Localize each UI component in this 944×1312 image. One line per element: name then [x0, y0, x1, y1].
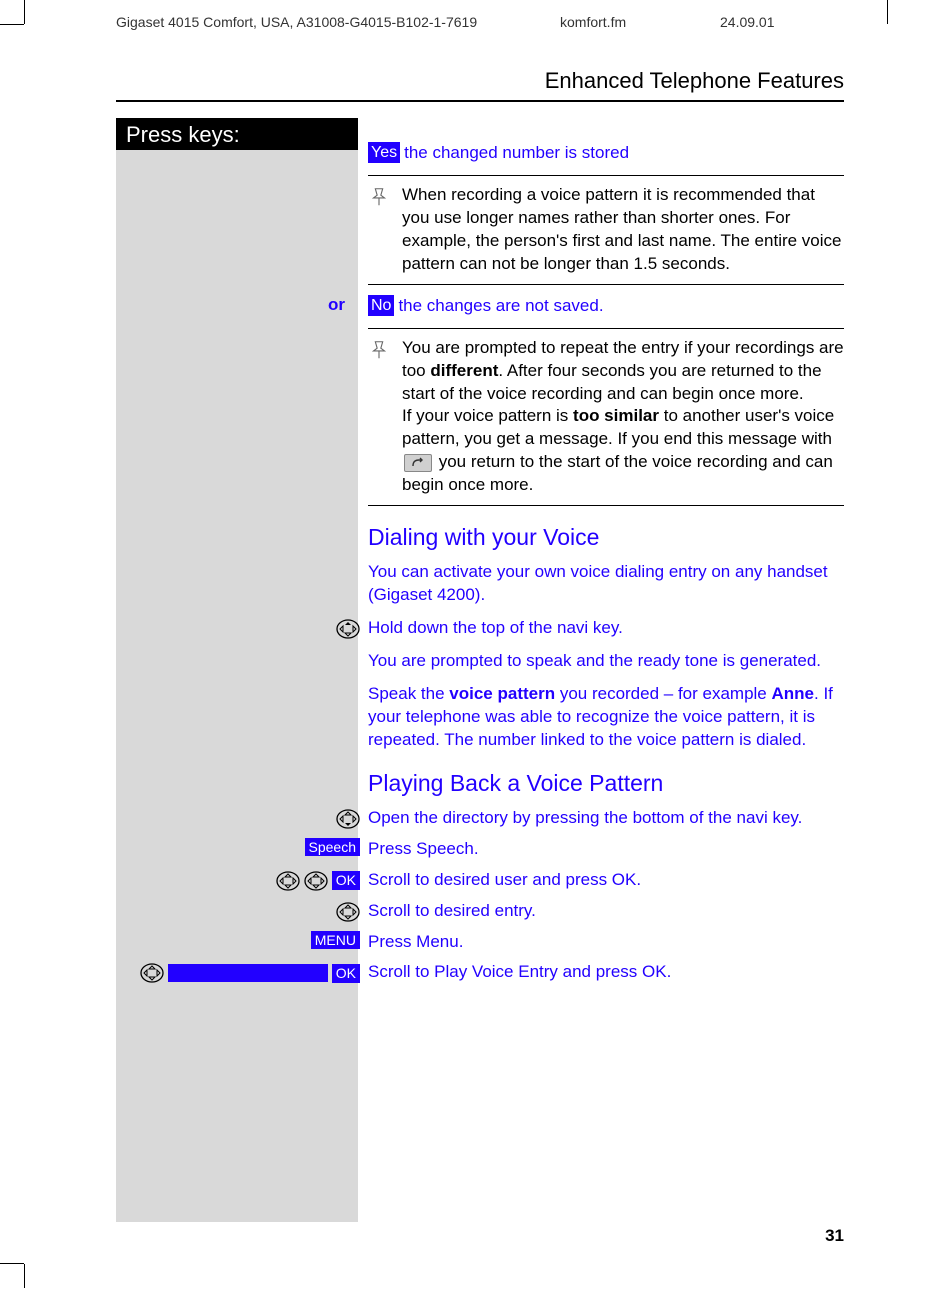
- note2-bold-similar: too similar: [573, 406, 659, 425]
- header-product: Gigaset 4015 Comfort, USA, A31008-G4015-…: [116, 14, 477, 30]
- note-box-2: You are prompted to repeat the entry if …: [368, 328, 844, 507]
- note1-text: When recording a voice pattern it is rec…: [402, 184, 844, 276]
- note2-text: You are prompted to repeat the entry if …: [402, 337, 844, 498]
- section2-s5: Press Menu.: [368, 932, 463, 951]
- section1-p3: You are prompted to speak and the ready …: [368, 650, 844, 673]
- section-playback-heading: Playing Back a Voice Pattern: [368, 770, 844, 797]
- step-hold-navi: Hold down the top of the navi key.: [368, 617, 844, 640]
- hook-key-icon: [404, 454, 432, 472]
- section2-s1: Open the directory by pressing the botto…: [368, 808, 802, 827]
- left-column-bg: [116, 150, 358, 1222]
- header-date: 24.09.01: [720, 14, 775, 30]
- step-press-speech: Speech Press Speech.: [368, 838, 844, 861]
- section1-p1: You can activate your own voice dialing …: [368, 561, 844, 607]
- ok-button-label: OK: [332, 964, 360, 983]
- speech-button-label: Speech: [305, 838, 360, 857]
- navi-key-icon: [304, 869, 328, 893]
- pushpin-icon: [368, 186, 392, 210]
- step-press-menu: MENU Press Menu.: [368, 931, 844, 954]
- or-label: or: [328, 295, 345, 315]
- step-scroll-user-ok: OK Scroll to desired user and press OK.: [368, 869, 844, 892]
- p4-part: Speak the: [368, 684, 449, 703]
- navi-key-icon: [336, 617, 360, 641]
- ok-button-label: OK: [332, 871, 360, 890]
- yes-text: the changed number is stored: [404, 142, 629, 165]
- selected-entry-bar: [168, 964, 328, 982]
- step-scroll-entry: Scroll to desired entry.: [368, 900, 844, 923]
- navi-key-icon: [336, 807, 360, 831]
- section1-p2: Hold down the top of the navi key.: [368, 618, 623, 637]
- page-number: 31: [825, 1226, 844, 1246]
- step-open-directory: Open the directory by pressing the botto…: [368, 807, 844, 830]
- p4-part: you recorded – for example: [555, 684, 771, 703]
- section2-s3: Scroll to desired user and press OK.: [368, 870, 641, 889]
- header-file: komfort.fm: [560, 14, 626, 30]
- menu-button-label: MENU: [311, 931, 360, 950]
- section2-s2: Press Speech.: [368, 839, 479, 858]
- section2-s4: Scroll to desired entry.: [368, 901, 536, 920]
- pushpin-icon: [368, 339, 392, 363]
- yes-button-label: Yes: [368, 142, 400, 163]
- p4-bold-voice-pattern: voice pattern: [449, 684, 555, 703]
- navi-key-icon: [336, 900, 360, 924]
- navi-key-icon: [140, 961, 164, 985]
- navi-key-icon: [276, 869, 300, 893]
- page-title: Enhanced Telephone Features: [545, 68, 844, 94]
- p4-bold-anne: Anne: [772, 684, 815, 703]
- section2-s6: Scroll to Play Voice Entry and press OK.: [368, 962, 671, 981]
- no-text: the changes are not saved.: [398, 295, 603, 318]
- title-rule: [116, 100, 844, 102]
- yes-row: Yes the changed number is stored: [368, 142, 844, 165]
- step-play-voice-entry: OK Scroll to Play Voice Entry and press …: [368, 961, 844, 984]
- no-row: or No the changes are not saved.: [368, 295, 844, 318]
- note2-part: you return to the start of the voice rec…: [402, 452, 833, 494]
- note2-part: If your voice pattern is: [402, 406, 573, 425]
- no-button-label: No: [368, 295, 394, 316]
- note-box-1: When recording a voice pattern it is rec…: [368, 175, 844, 285]
- press-keys-heading: Press keys:: [116, 118, 358, 154]
- section-dialing-heading: Dialing with your Voice: [368, 524, 844, 551]
- section1-p4: Speak the voice pattern you recorded – f…: [368, 683, 844, 752]
- note2-bold-different: different: [430, 361, 498, 380]
